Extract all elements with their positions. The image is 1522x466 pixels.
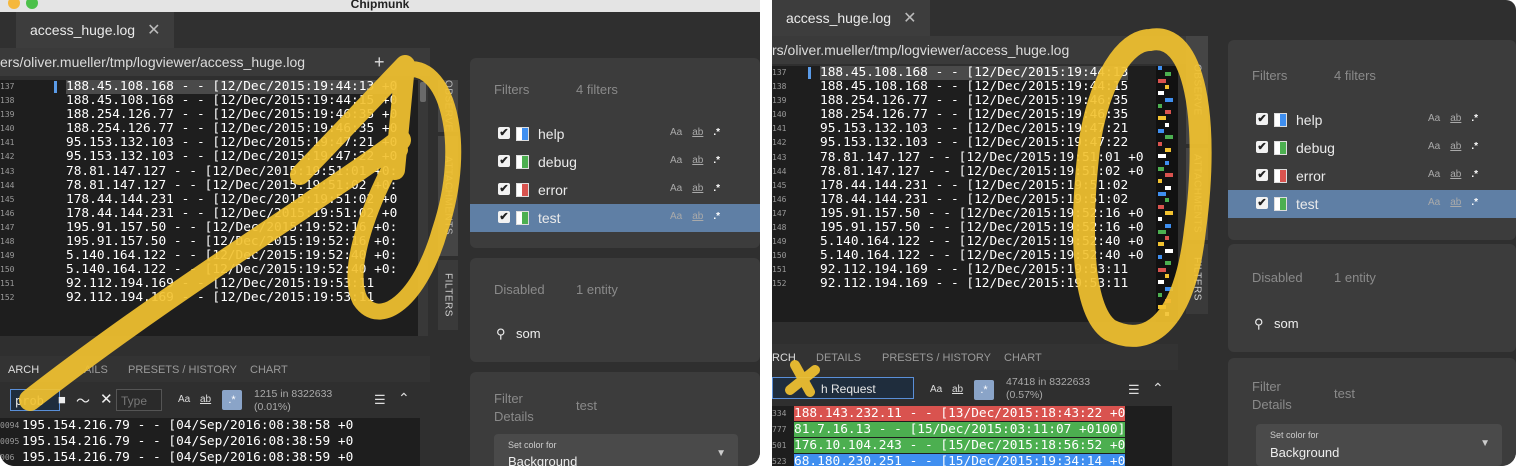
scribble-cross: [785, 360, 820, 397]
scribble-arrow-shaft: [19, 129, 411, 411]
scribble-oval: [1073, 28, 1212, 347]
annotation-overlay: [19, 28, 1212, 411]
